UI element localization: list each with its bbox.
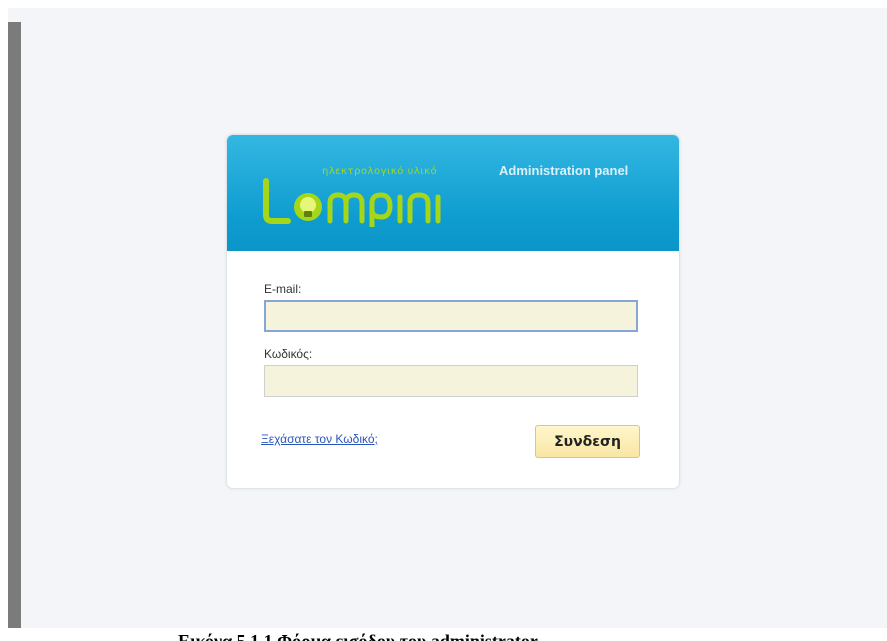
password-field[interactable] bbox=[264, 365, 638, 397]
email-field[interactable] bbox=[264, 300, 638, 332]
password-label: Κωδικός: bbox=[264, 347, 313, 361]
panel-title: Administration panel bbox=[499, 163, 629, 178]
left-edge-bar bbox=[8, 22, 21, 628]
forgot-password-link[interactable]: Ξεχάσατε τον Κωδικό; bbox=[261, 432, 378, 446]
lightbulb-icon bbox=[294, 193, 322, 221]
caption-text: Εικόνα 5.1.1 Φόρμα εισόδου του administr… bbox=[178, 631, 538, 641]
login-panel: ηλεκτρολογικό υλικό Administration panel… bbox=[226, 134, 680, 489]
brand-tagline: ηλεκτρολογικό υλικό bbox=[322, 166, 438, 177]
login-button[interactable]: Συνδεση bbox=[535, 425, 640, 458]
login-header: ηλεκτρολογικό υλικό Administration panel bbox=[227, 135, 679, 251]
email-label: E-mail: bbox=[264, 282, 302, 296]
figure-caption: Εικόνα 5.1.1 Φόρμα εισόδου του administr… bbox=[0, 629, 887, 641]
lompini-logo bbox=[263, 178, 441, 227]
